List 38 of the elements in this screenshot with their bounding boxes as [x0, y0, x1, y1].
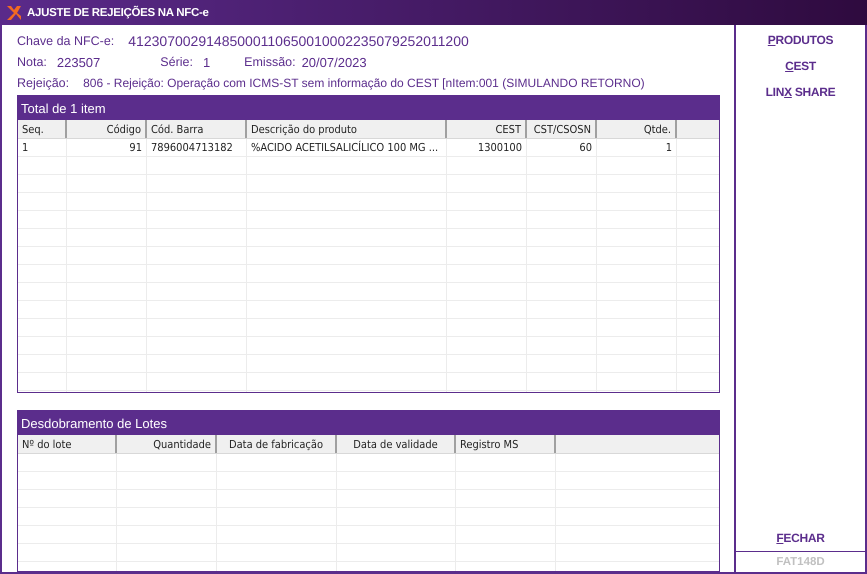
column-header[interactable]: CEST	[447, 120, 527, 138]
panel-title: Total de 1 item	[18, 96, 719, 120]
side-button[interactable]: CEST	[781, 57, 820, 75]
issue-date-value: 20/07/2023	[302, 54, 367, 70]
side-button[interactable]: LINX SHARE	[762, 83, 840, 101]
form-code: FAT148D	[776, 556, 825, 568]
window-title: AJUSTE DE REJEIÇÕES NA NFC-e	[27, 6, 209, 18]
table-cell: %ACIDO ACETILSALICÍLICO 100 MG ...	[247, 139, 447, 156]
column-header[interactable]: Código	[67, 120, 147, 138]
table-cell: 7896004713182	[147, 139, 247, 156]
issue-date-label: Emissão:	[244, 55, 296, 69]
column-header[interactable]: Nº do lote	[18, 435, 117, 454]
column-header[interactable]: Registro MS	[456, 435, 556, 454]
table-cell: 1	[18, 139, 67, 156]
column-header[interactable]: Seq.	[18, 120, 67, 138]
side-button[interactable]: PRODUTOS	[764, 31, 838, 49]
note-label: Nota:	[17, 55, 47, 69]
column-header[interactable]: Qtde.	[597, 120, 677, 138]
series-label: Série:	[160, 55, 193, 69]
column-header[interactable]: Quantidade	[117, 435, 217, 454]
close-button[interactable]: FECHAR	[772, 529, 829, 547]
panel-title: Desdobramento de Lotes	[18, 411, 719, 436]
table-cell: 1	[597, 139, 677, 156]
column-header[interactable]: Descrição do produto	[247, 120, 447, 138]
key-label: Chave da NFC-e:	[17, 34, 114, 48]
logo-icon	[6, 4, 22, 20]
column-header[interactable]: Data de fabricação	[217, 435, 337, 454]
table-cell: 91	[67, 139, 147, 156]
rejection-message: 806 - Rejeição: Operação com ICMS-ST sem informação do CEST [nItem:001 (SIMULANDO RETORNO)	[83, 76, 645, 90]
note-value: 223507	[56, 54, 100, 70]
key-value: 41230700291485000110650010002235079252011200	[128, 33, 469, 50]
series-value: 1	[202, 54, 210, 70]
column-header[interactable]: Data de validade	[337, 435, 456, 454]
column-header[interactable]: Cód. Barra	[147, 120, 247, 138]
table-cell: 60	[527, 139, 597, 156]
column-header[interactable]: CST/CSOSN	[527, 120, 597, 138]
table-cell: 1300100	[447, 139, 527, 156]
rejection-label: Rejeição:	[17, 76, 70, 90]
